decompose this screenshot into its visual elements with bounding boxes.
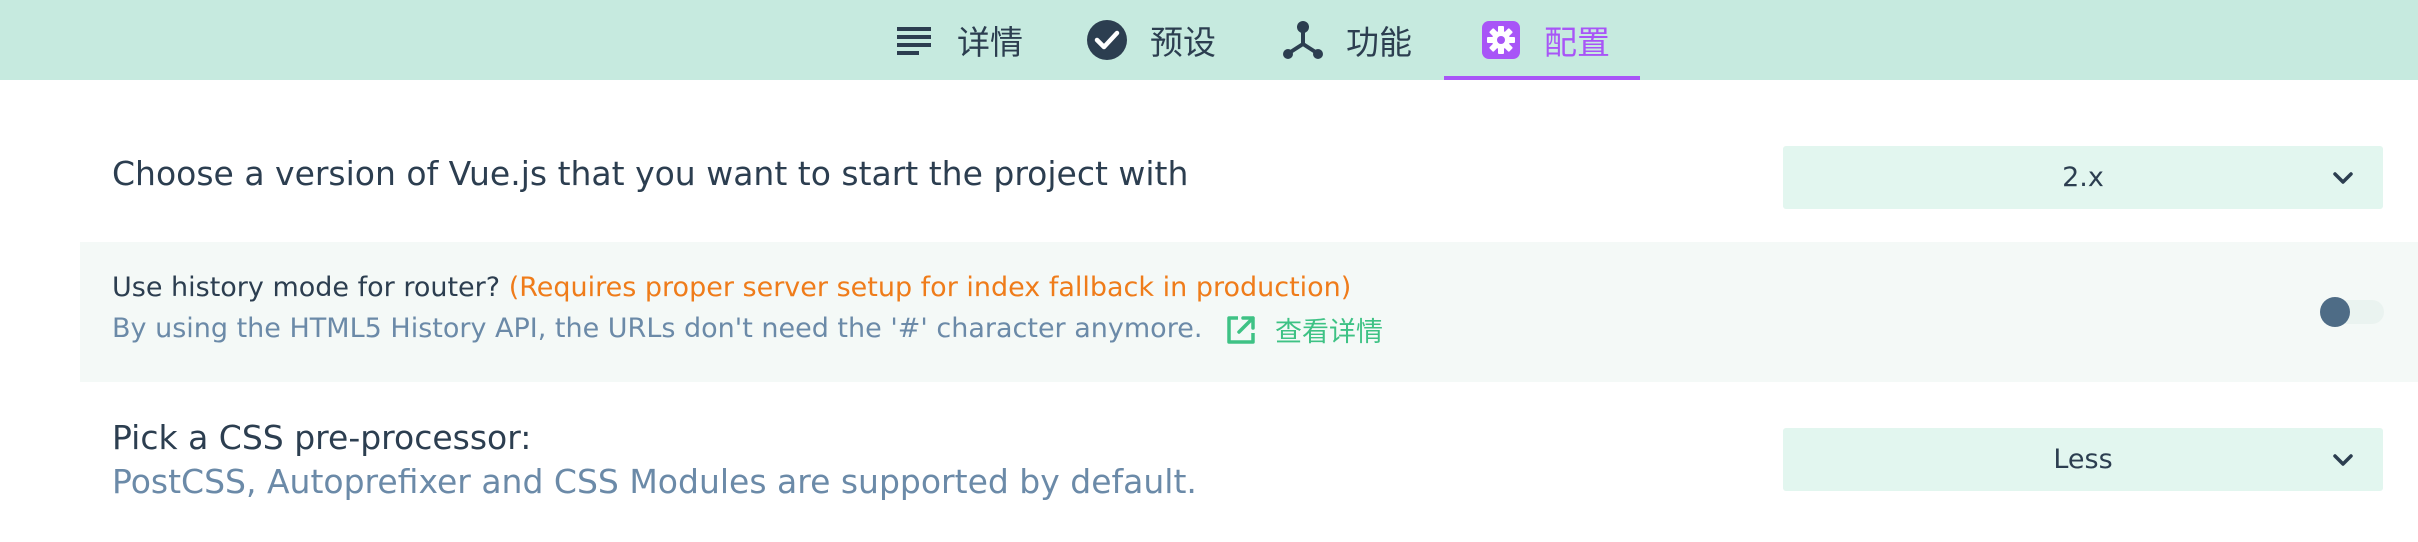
- more-info-label: 查看详情: [1275, 317, 1383, 348]
- history-mode-question-line: Use history mode for router? (Requires p…: [112, 272, 1351, 303]
- check-circle-icon: [1086, 19, 1128, 61]
- more-info-link[interactable]: 查看详情: [1225, 310, 1383, 349]
- tab-features[interactable]: 功能: [1282, 0, 1412, 80]
- gear-icon: [1480, 19, 1522, 61]
- tab-details-label: 详情: [957, 23, 1023, 62]
- history-mode-description: By using the HTML5 History API, the URLs…: [112, 313, 1203, 344]
- tab-presets-label: 预设: [1150, 23, 1216, 62]
- active-tab-indicator: [1444, 76, 1640, 80]
- fork-icon: [1282, 19, 1324, 61]
- list-icon: [893, 19, 935, 61]
- chevron-down-icon: [2329, 446, 2357, 474]
- tab-config-label: 配置: [1544, 23, 1610, 62]
- history-mode-question: Use history mode for router?: [112, 272, 501, 303]
- history-mode-warning: (Requires proper server setup for index …: [508, 272, 1352, 303]
- vue-version-question: Choose a version of Vue.js that you want…: [112, 154, 1189, 193]
- vue-version-value: 2.x: [2062, 162, 2104, 193]
- toggle-knob: [2320, 297, 2350, 327]
- vue-version-select[interactable]: 2.x: [1783, 146, 2383, 209]
- css-preprocessor-description: PostCSS, Autoprefixer and CSS Modules ar…: [112, 462, 1197, 501]
- prompt-vue-version: Choose a version of Vue.js that you want…: [80, 138, 2418, 240]
- css-preprocessor-question: Pick a CSS pre-processor:: [112, 418, 532, 457]
- prompt-css-preprocessor: Pick a CSS pre-processor: PostCSS, Autop…: [80, 404, 2418, 514]
- history-mode-toggle[interactable]: [2320, 297, 2384, 327]
- tab-config[interactable]: 配置: [1444, 0, 1640, 80]
- tab-presets[interactable]: 预设: [1086, 0, 1216, 80]
- tab-features-label: 功能: [1346, 23, 1412, 62]
- css-preprocessor-value: Less: [2053, 444, 2113, 475]
- css-preprocessor-select[interactable]: Less: [1783, 428, 2383, 491]
- history-mode-description-line: By using the HTML5 History API, the URLs…: [112, 310, 1383, 349]
- external-link-icon: [1225, 314, 1257, 346]
- tab-details[interactable]: 详情: [893, 0, 1023, 80]
- tab-bar: 详情 预设 功能 配置: [0, 0, 2418, 80]
- prompt-history-mode: Use history mode for router? (Requires p…: [80, 242, 2418, 382]
- chevron-down-icon: [2329, 164, 2357, 192]
